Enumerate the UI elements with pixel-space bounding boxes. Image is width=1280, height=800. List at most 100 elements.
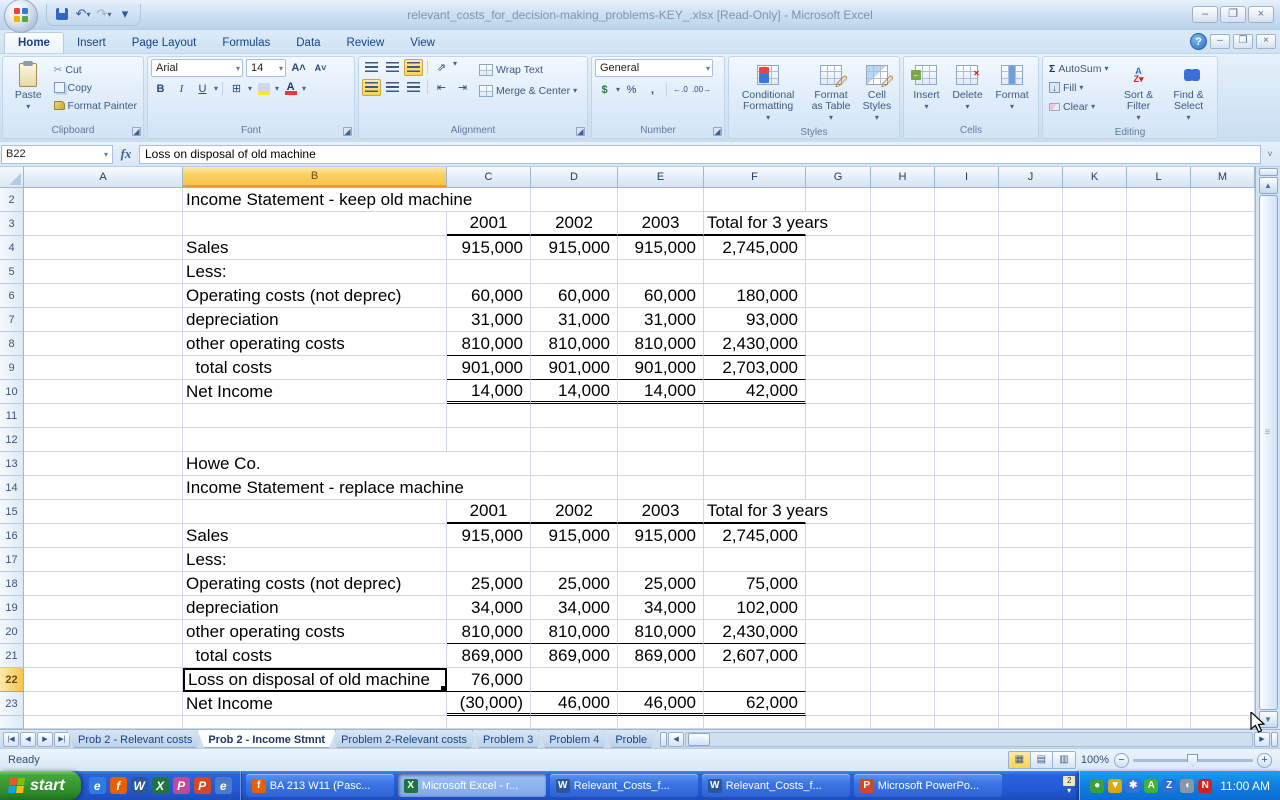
cell-B19[interactable]: depreciation bbox=[183, 596, 447, 620]
cell-D22[interactable] bbox=[531, 668, 618, 692]
comma-style-button[interactable]: , bbox=[643, 81, 662, 98]
cell-C18[interactable]: 25,000 bbox=[447, 572, 531, 596]
app-pink-icon[interactable]: P bbox=[173, 777, 190, 794]
cell-M24[interactable] bbox=[1191, 716, 1255, 729]
cell-L13[interactable] bbox=[1127, 452, 1191, 476]
tray-tools-icon[interactable]: ✱ bbox=[1126, 779, 1140, 793]
task-button-2[interactable]: WRelevant_Costs_f... bbox=[550, 774, 698, 797]
column-header-b[interactable]: B bbox=[183, 167, 447, 187]
cell-K23[interactable] bbox=[1063, 692, 1127, 716]
cell-L20[interactable] bbox=[1127, 620, 1191, 644]
cell-K2[interactable] bbox=[1063, 188, 1127, 212]
cell-G22[interactable] bbox=[806, 668, 871, 692]
ribbon-tab-home[interactable]: Home bbox=[4, 32, 64, 53]
powerpoint-icon[interactable]: P bbox=[194, 777, 211, 794]
cell-M14[interactable] bbox=[1191, 476, 1255, 500]
zoom-slider-thumb[interactable] bbox=[1187, 754, 1198, 767]
cell-J15[interactable] bbox=[999, 500, 1063, 524]
cell-C9[interactable]: 901,000 bbox=[447, 356, 531, 380]
cell-H5[interactable] bbox=[871, 260, 935, 284]
cell-F22[interactable] bbox=[704, 668, 806, 692]
cell-K9[interactable] bbox=[1063, 356, 1127, 380]
accounting-format-button[interactable]: $ bbox=[595, 81, 614, 98]
cell-F19[interactable]: 102,000 bbox=[704, 596, 806, 620]
cell-E4[interactable]: 915,000 bbox=[618, 236, 704, 260]
cell-K19[interactable] bbox=[1063, 596, 1127, 620]
cell-C16[interactable]: 915,000 bbox=[447, 524, 531, 548]
cell-H4[interactable] bbox=[871, 236, 935, 260]
cell-H19[interactable] bbox=[871, 596, 935, 620]
column-header-h[interactable]: H bbox=[871, 167, 935, 187]
paste-button[interactable]: Paste▾ bbox=[6, 59, 51, 123]
align-top-button[interactable] bbox=[362, 59, 381, 76]
cell-J11[interactable] bbox=[999, 404, 1063, 428]
cell-L8[interactable] bbox=[1127, 332, 1191, 356]
cell-F17[interactable] bbox=[704, 548, 806, 572]
cell-B9[interactable]: total costs bbox=[183, 356, 447, 380]
cell-L5[interactable] bbox=[1127, 260, 1191, 284]
row-header-14[interactable]: 14 bbox=[0, 476, 24, 500]
cell-H17[interactable] bbox=[871, 548, 935, 572]
cell-B24[interactable] bbox=[183, 716, 447, 729]
cell-F9[interactable]: 2,703,000 bbox=[704, 356, 806, 380]
cell-C7[interactable]: 31,000 bbox=[447, 308, 531, 332]
cell-M17[interactable] bbox=[1191, 548, 1255, 572]
cell-D11[interactable] bbox=[531, 404, 618, 428]
cell-J17[interactable] bbox=[999, 548, 1063, 572]
cell-D21[interactable]: 869,000 bbox=[531, 644, 618, 668]
cell-I11[interactable] bbox=[935, 404, 999, 428]
first-sheet-icon[interactable]: |◀ bbox=[3, 732, 19, 747]
cell-E22[interactable] bbox=[618, 668, 704, 692]
cell-G12[interactable] bbox=[806, 428, 871, 452]
row-header-22[interactable]: 22 bbox=[0, 668, 24, 692]
cell-E13[interactable] bbox=[618, 452, 704, 476]
task-button-3[interactable]: WRelevant_Costs_f... bbox=[702, 774, 850, 797]
cell-L22[interactable] bbox=[1127, 668, 1191, 692]
cell-J6[interactable] bbox=[999, 284, 1063, 308]
cell-G23[interactable] bbox=[806, 692, 871, 716]
workbook-minimize-button[interactable]: – bbox=[1210, 34, 1230, 49]
sort-filter-button[interactable]: AZ▾ Sort & Filter▾ bbox=[1116, 59, 1162, 125]
cell-G14[interactable] bbox=[806, 476, 871, 500]
cell-A18[interactable] bbox=[24, 572, 183, 596]
tray-n-icon[interactable]: N bbox=[1198, 779, 1212, 793]
row-header-20[interactable]: 20 bbox=[0, 620, 24, 644]
cell-L6[interactable] bbox=[1127, 284, 1191, 308]
format-as-table-button[interactable]: 🖉 Format as Table▾ bbox=[804, 59, 858, 125]
cell-D17[interactable] bbox=[531, 548, 618, 572]
cell-L15[interactable] bbox=[1127, 500, 1191, 524]
cell-A13[interactable] bbox=[24, 452, 183, 476]
row-header-10[interactable]: 10 bbox=[0, 380, 24, 404]
cell-H3[interactable] bbox=[871, 212, 935, 236]
row-header-4[interactable]: 4 bbox=[0, 236, 24, 260]
cell-M7[interactable] bbox=[1191, 308, 1255, 332]
cell-I7[interactable] bbox=[935, 308, 999, 332]
cell-M19[interactable] bbox=[1191, 596, 1255, 620]
cell-B14[interactable]: Income Statement - replace machine bbox=[183, 476, 447, 500]
sheet-tab-prob-2-income-stmnt[interactable]: Prob 2 - Income Stmnt bbox=[197, 730, 336, 748]
cell-E21[interactable]: 869,000 bbox=[618, 644, 704, 668]
cell-L19[interactable] bbox=[1127, 596, 1191, 620]
cell-J2[interactable] bbox=[999, 188, 1063, 212]
cell-H6[interactable] bbox=[871, 284, 935, 308]
cell-J10[interactable] bbox=[999, 380, 1063, 404]
column-header-l[interactable]: L bbox=[1127, 167, 1191, 187]
cell-K8[interactable] bbox=[1063, 332, 1127, 356]
cell-M20[interactable] bbox=[1191, 620, 1255, 644]
scroll-down-icon[interactable]: ▼ bbox=[1259, 711, 1278, 728]
cell-styles-button[interactable]: 🖉 Cell Styles▾ bbox=[858, 59, 896, 125]
save-button[interactable] bbox=[53, 5, 71, 23]
cell-L11[interactable] bbox=[1127, 404, 1191, 428]
number-dialog-launcher[interactable]: ◢ bbox=[713, 127, 722, 136]
row-header-5[interactable]: 5 bbox=[0, 260, 24, 284]
conditional-formatting-button[interactable]: Conditional Formatting▾ bbox=[732, 59, 804, 125]
cell-G19[interactable] bbox=[806, 596, 871, 620]
cell-I16[interactable] bbox=[935, 524, 999, 548]
cell-E16[interactable]: 915,000 bbox=[618, 524, 704, 548]
cell-H15[interactable] bbox=[871, 500, 935, 524]
decrease-indent-button[interactable]: ⇤ bbox=[432, 79, 451, 96]
minimize-button[interactable]: – bbox=[1192, 6, 1218, 23]
cell-I15[interactable] bbox=[935, 500, 999, 524]
help-button[interactable]: ? bbox=[1190, 33, 1207, 50]
cell-K5[interactable] bbox=[1063, 260, 1127, 284]
